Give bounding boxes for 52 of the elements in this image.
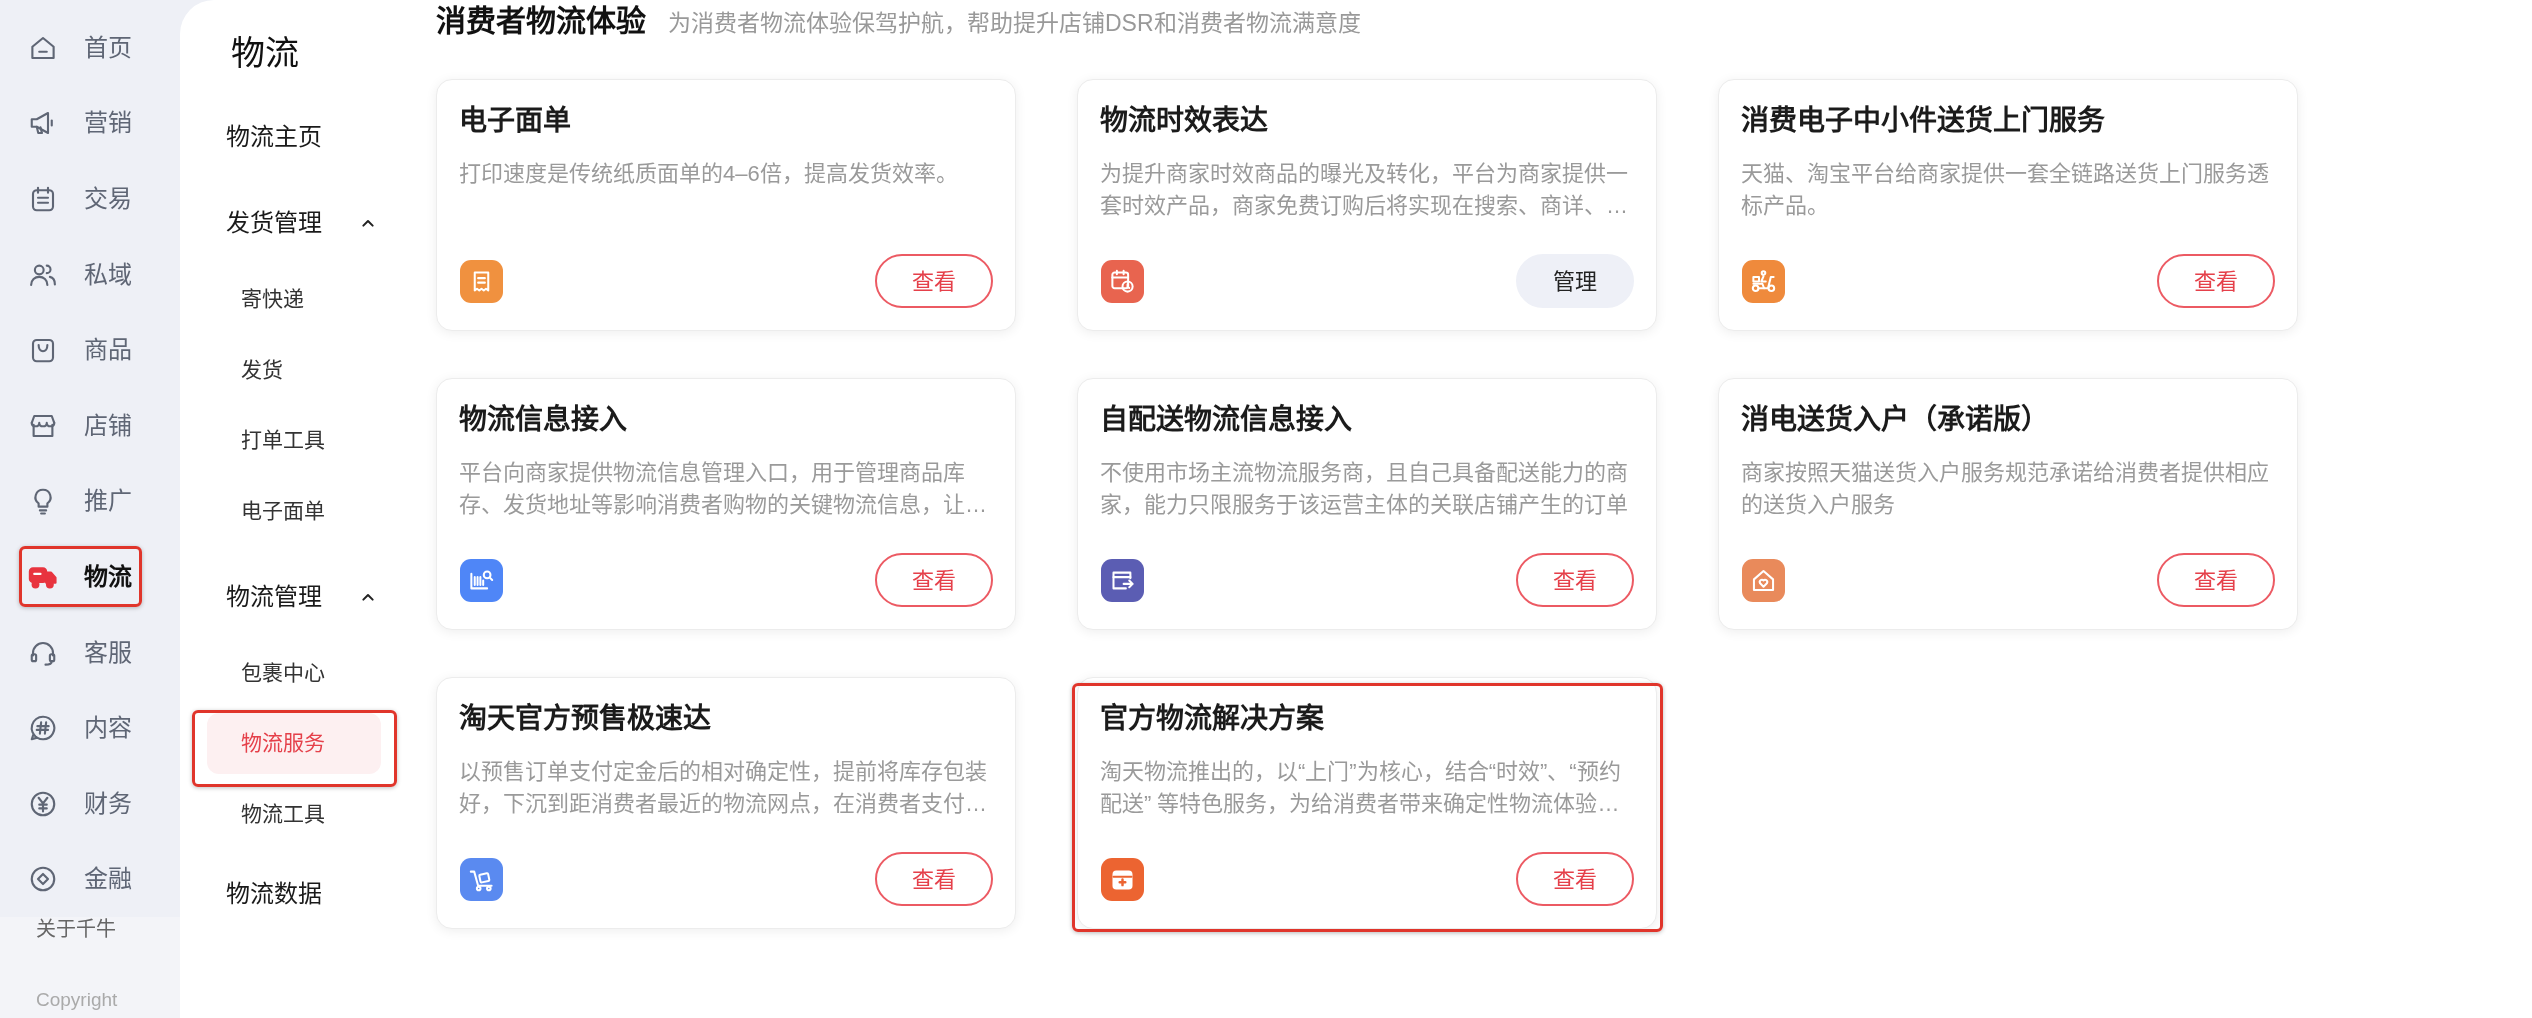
view-button[interactable]: 查看 xyxy=(2157,254,2275,308)
view-button[interactable]: 查看 xyxy=(2157,553,2275,607)
manage-button[interactable]: 管理 xyxy=(1516,254,1634,308)
rail-item[interactable]: 推广 xyxy=(0,463,180,540)
rail-item[interactable]: 私域 xyxy=(0,236,180,313)
about-link[interactable]: 关于千牛 xyxy=(36,917,116,942)
subnav-link[interactable]: 物流主页 xyxy=(207,97,385,177)
subnav-group-toggle[interactable]: 物流管理 xyxy=(207,550,382,633)
card-description: 不使用市场主流物流服务商，且自己具备配送能力的商家，能力只限服务于该运营主体的关联店铺产生的订单 xyxy=(1100,459,1629,519)
card-description: 商家按照天猫送货入户服务规范承诺给消费者提供相应的送货入户服务 xyxy=(1741,459,2270,519)
subnav-item[interactable]: 物流服务 xyxy=(207,712,381,774)
rail-item[interactable]: 内容 xyxy=(0,690,180,766)
subnav-item[interactable]: 物流工具 xyxy=(207,783,381,844)
subnav-link[interactable]: 物流数据 xyxy=(207,853,385,934)
view-button[interactable]: 查看 xyxy=(875,852,993,906)
subnav-item[interactable]: 包裹中心 xyxy=(207,642,381,703)
card-description: 淘天物流推出的，以“上门”为核心，结合“时效”、“预约配送” 等特色服务，为给消费者带来确定性物流体验… xyxy=(1100,758,1622,818)
rail-item[interactable]: 物流 xyxy=(0,539,180,615)
card-title: 淘天官方预售极速达 xyxy=(459,702,712,736)
rail-item[interactable]: 首页 xyxy=(0,10,180,86)
view-button[interactable]: 查看 xyxy=(875,254,993,308)
card-title: 物流时效表达 xyxy=(1100,104,1269,138)
card-description: 平台向商家提供物流信息管理入口，用于管理商品库存、发货地址等影响消费者购物的关键物流信息，让… xyxy=(459,459,988,519)
card-title: 电子面单 xyxy=(459,104,572,138)
subnav-item[interactable]: 寄快递 xyxy=(207,268,381,330)
card-title: 消电送货入户（承诺版） xyxy=(1741,403,2050,437)
card-description: 天猫、淘宝平台给商家提供一套全链路送货上门服务透标产品。 xyxy=(1741,160,2270,220)
card-description: 以预售订单支付定金后的相对确定性，提前将库存包装好，下沉到距消费者最近的物流网点，在消费者支付… xyxy=(459,758,988,818)
rail-item[interactable]: 财务 xyxy=(0,765,180,842)
rail-item[interactable]: 店铺 xyxy=(0,387,180,464)
card-title: 消费电子中小件送货上门服务 xyxy=(1741,104,2106,138)
rail-item[interactable]: 营销 xyxy=(0,85,180,162)
subnav-item[interactable]: 发货 xyxy=(207,339,381,400)
view-button[interactable]: 查看 xyxy=(1516,553,1634,607)
rail-item[interactable]: 客服 xyxy=(0,614,180,691)
rail-item[interactable]: 商品 xyxy=(0,312,180,388)
card-title: 官方物流解决方案 xyxy=(1100,702,1325,736)
view-button[interactable]: 查看 xyxy=(875,553,993,607)
subnav-item[interactable]: 电子面单 xyxy=(207,480,381,541)
rail-item[interactable]: 交易 xyxy=(0,161,180,237)
card-description: 为提升商家时效商品的曝光及转化，平台为商家提供一套时效产品，商家免费订购后将实现在搜索、商详、… xyxy=(1100,160,1629,220)
card-title: 物流信息接入 xyxy=(459,403,628,437)
section-title: 消费者物流体验 xyxy=(436,3,646,39)
section-subtitle: 为消费者物流体验保驾护航，帮助提升店铺DSR和消费者物流满意度 xyxy=(668,9,1361,38)
copyright-text: Copyright xyxy=(36,988,118,1013)
view-button[interactable]: 查看 xyxy=(1516,852,1634,906)
card-description: 打印速度是传统纸质面单的4–6倍，提高发货效率。 xyxy=(459,160,959,188)
subnav-item[interactable]: 打单工具 xyxy=(207,409,381,471)
subnav-group-toggle[interactable]: 发货管理 xyxy=(207,177,382,259)
card-title: 自配送物流信息接入 xyxy=(1100,403,1353,437)
subnav-title: 物流 xyxy=(230,33,300,74)
rail-item[interactable]: 金融 xyxy=(0,841,180,918)
